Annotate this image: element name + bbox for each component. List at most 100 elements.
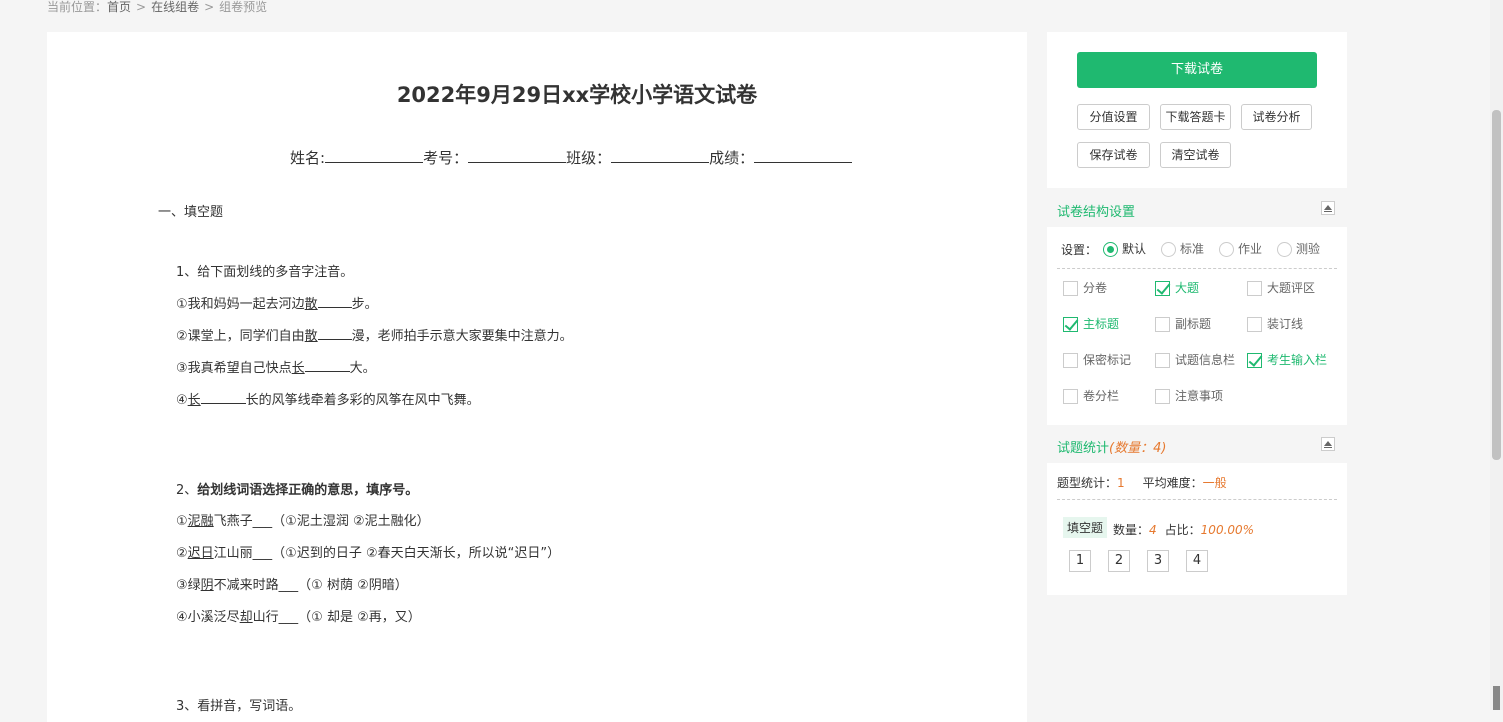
section-heading: 一、填空题	[158, 205, 224, 220]
question-1-item: ①我和妈妈一起去河边散 步。	[176, 293, 378, 312]
breadcrumb-online-paper[interactable]: 在线组卷	[151, 0, 199, 14]
field-class-blank	[611, 146, 710, 163]
question-number-button[interactable]: 2	[1108, 550, 1130, 572]
question-1-item: ④长 长的风筝线牵着多彩的风筝在风中飞舞。	[176, 389, 480, 408]
question-1-stem: 1、给下面划线的多音字注音。	[176, 265, 354, 280]
type-count-value: 1	[1117, 476, 1125, 490]
question-number-button[interactable]: 1	[1069, 550, 1091, 572]
item-text: 漫，老师拍手示意大家要集中注意力。	[351, 329, 573, 344]
clear-paper-button[interactable]: 清空试卷	[1160, 142, 1231, 168]
item-text: ②课堂上，同学们自由	[176, 329, 305, 344]
collapse-icon[interactable]	[1321, 437, 1335, 451]
checkbox-label: 副标题	[1175, 317, 1212, 331]
checkbox-notes[interactable]: 注意事项	[1155, 387, 1223, 404]
item-text: 大。	[349, 361, 376, 376]
field-class-label: 班级：	[566, 149, 612, 167]
underlined-word: 迟日	[187, 546, 214, 561]
item-text: 长的风筝线牵着多彩的风筝在风中飞舞。	[245, 393, 480, 408]
field-id-blank	[468, 146, 567, 163]
checkbox-main-title[interactable]: 主标题	[1063, 315, 1119, 332]
checkbox-icon	[1063, 353, 1078, 368]
checkbox-binding-line[interactable]: 装订线	[1247, 315, 1303, 332]
item-text: 山行___（① 却是 ②再，又）	[252, 610, 421, 625]
checkbox-label: 注意事项	[1175, 389, 1224, 403]
breadcrumb: 当前位置：首页 > 在线组卷 > 组卷预览	[47, 0, 267, 14]
question-1-item: ②课堂上，同学们自由散 漫，老师拍手示意大家要集中注意力。	[176, 325, 573, 344]
question-type-stats: 数量：4 占比：100.00%	[1113, 521, 1254, 538]
item-text: 江山丽___（①迟到的日子 ②春天白天渐长，所以说“迟日”）	[213, 546, 561, 561]
checkbox-checked-icon	[1247, 353, 1262, 368]
checkbox-paper-info[interactable]: 试题信息栏	[1155, 351, 1235, 368]
checkbox-label: 保密标记	[1083, 353, 1132, 367]
checkbox-label: 试题信息栏	[1175, 353, 1236, 367]
underlined-char: 长	[291, 361, 305, 376]
breadcrumb-separator: >	[136, 0, 147, 14]
collapse-icon[interactable]	[1321, 201, 1335, 215]
question-2-stem: 2、给划线词语选择正确的意思，填序号。	[176, 479, 418, 498]
scrollbar-arrow[interactable]	[1493, 686, 1500, 710]
scrollbar-thumb[interactable]	[1492, 110, 1501, 460]
question-number-button[interactable]: 3	[1147, 550, 1169, 572]
difficulty-value: 一般	[1202, 476, 1227, 490]
question-1-item: ③我真希望自己快点长 大。	[176, 357, 376, 376]
breadcrumb-current: 组卷预览	[219, 0, 268, 14]
question-stats-panel: 题型统计：1 平均难度：一般 填空题 数量：4 占比：100.00% 1 2 3 4	[1047, 463, 1347, 595]
checkbox-label: 卷分栏	[1083, 389, 1120, 403]
radio-icon	[1277, 242, 1292, 257]
radio-standard[interactable]: 标准	[1161, 240, 1204, 257]
radio-label: 作业	[1238, 242, 1263, 256]
save-paper-button[interactable]: 保存试卷	[1077, 142, 1150, 168]
underlined-word: 却	[239, 610, 253, 625]
checkbox-label: 大题	[1175, 281, 1200, 295]
checkbox-icon	[1063, 281, 1078, 296]
item-text: ①	[176, 514, 188, 529]
checkbox-icon	[1247, 317, 1262, 332]
radio-homework[interactable]: 作业	[1219, 240, 1262, 257]
paper-title: 2022年9月29日xx学校小学语文试卷	[396, 83, 758, 107]
score-settings-button[interactable]: 分值设置	[1077, 104, 1150, 130]
field-score-blank	[754, 146, 853, 163]
divider	[1057, 499, 1337, 500]
underlined-char: 散	[304, 329, 318, 344]
question-stats-header: 试题统计(数量：4)	[1047, 425, 1347, 463]
question-stats-title: 试题统计(数量：4)	[1057, 437, 1166, 456]
breadcrumb-home[interactable]: 首页	[107, 0, 131, 14]
radio-label: 标准	[1180, 242, 1205, 256]
checkbox-confidential-mark[interactable]: 保密标记	[1063, 351, 1131, 368]
download-answer-card-button[interactable]: 下载答题卡	[1160, 104, 1231, 130]
checkbox-label: 分卷	[1083, 281, 1108, 295]
checkbox-paper-columns[interactable]: 卷分栏	[1063, 387, 1119, 404]
page-scrollbar[interactable]	[1490, 0, 1503, 710]
question-2-item: ①泥融飞燕子___（①泥土湿润 ②泥土融化）	[176, 510, 430, 529]
paper-analysis-button[interactable]: 试卷分析	[1241, 104, 1312, 130]
item-text: 步。	[351, 297, 378, 312]
checkbox-major-question[interactable]: 大题	[1155, 279, 1199, 296]
difficulty-label: 平均难度：	[1142, 476, 1203, 490]
underlined-word: 泥融	[187, 514, 214, 529]
question-2-item: ③绿阴不减来时路___（① 树荫 ②阴暗）	[176, 574, 408, 593]
checkbox-question-scoring[interactable]: 大题评区	[1247, 279, 1315, 296]
question-number-button[interactable]: 4	[1186, 550, 1208, 572]
stats-count: (数量：4)	[1109, 441, 1167, 456]
answer-blank	[317, 295, 352, 308]
radio-quiz[interactable]: 测验	[1277, 240, 1320, 257]
actions-panel: 下载试卷 分值设置 下载答题卡 试卷分析 保存试卷 清空试卷	[1047, 32, 1347, 188]
checkbox-subtitle[interactable]: 副标题	[1155, 315, 1211, 332]
divider	[1057, 268, 1337, 269]
checkbox-icon	[1247, 281, 1262, 296]
item-text: ③绿	[176, 578, 201, 593]
item-text: ②	[176, 546, 188, 561]
radio-default[interactable]: 默认	[1103, 240, 1146, 257]
download-paper-button[interactable]: 下载试卷	[1077, 52, 1317, 88]
checkbox-label: 考生输入栏	[1267, 353, 1328, 367]
field-id-label: 考号：	[423, 149, 469, 167]
checkbox-student-input[interactable]: 考生输入栏	[1247, 351, 1327, 368]
checkbox-icon	[1155, 389, 1170, 404]
question-number: 2、	[176, 483, 198, 498]
checkbox-split-paper[interactable]: 分卷	[1063, 279, 1107, 296]
setting-label: 设置：	[1061, 243, 1098, 257]
checkbox-icon	[1063, 389, 1078, 404]
item-text: 不减来时路___（① 树荫 ②阴暗）	[213, 578, 408, 593]
item-text: ①我和妈妈一起去河边	[176, 297, 305, 312]
checkbox-icon	[1155, 353, 1170, 368]
